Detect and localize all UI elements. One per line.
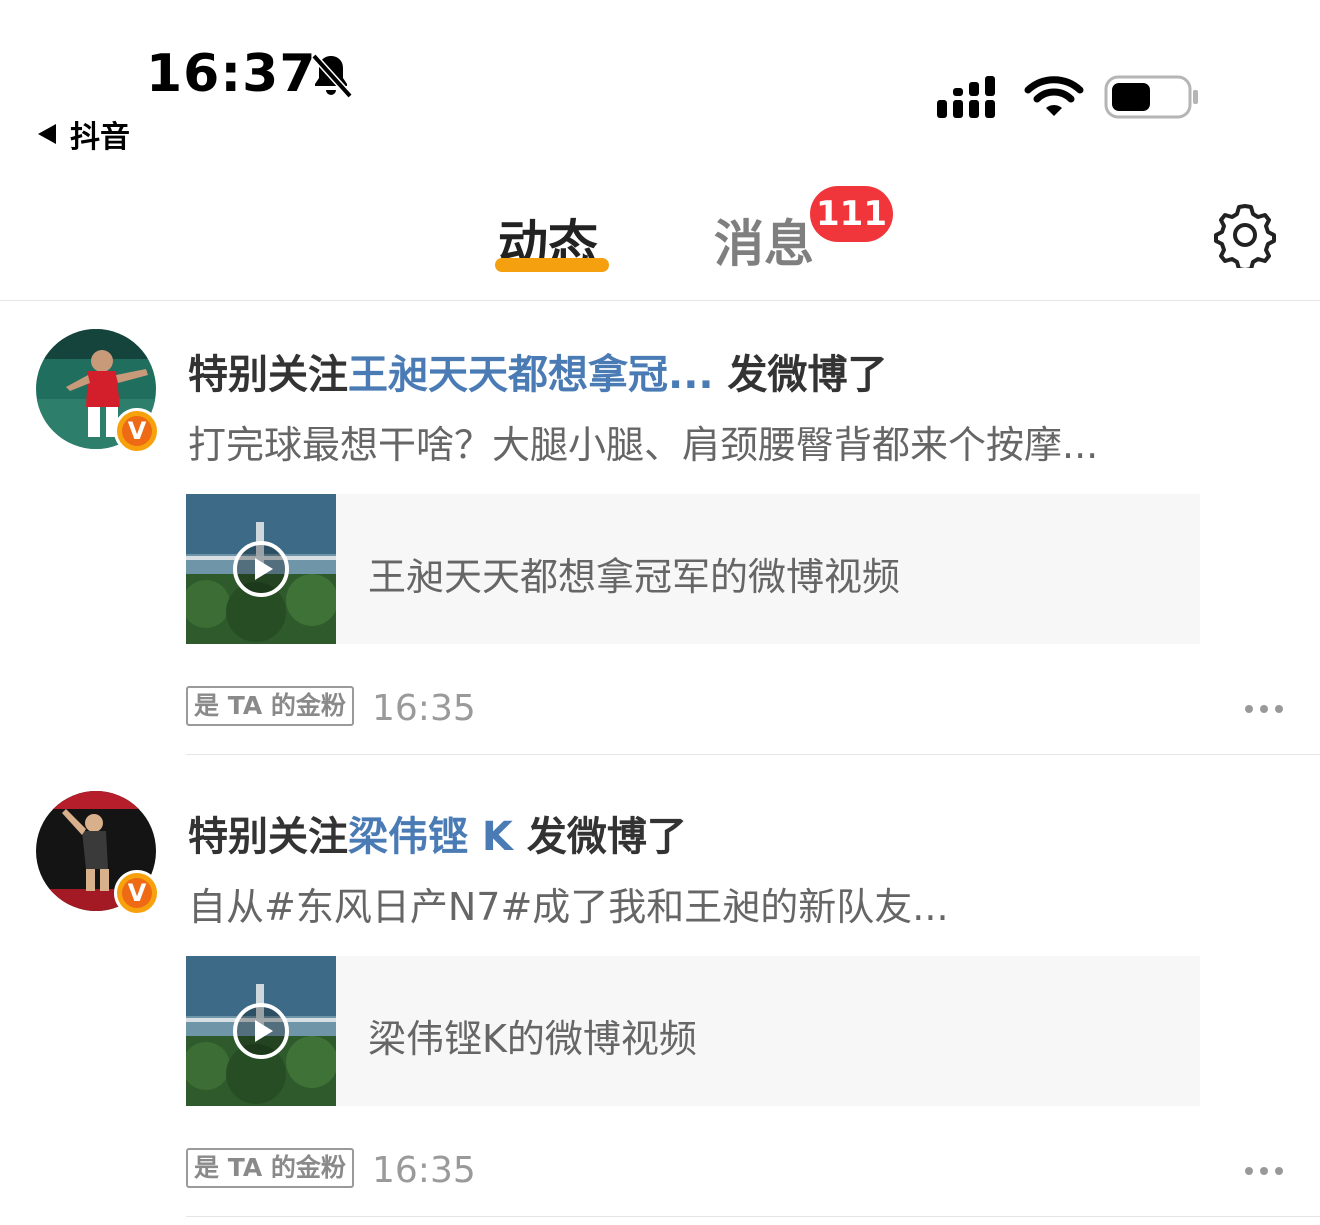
user-name-link[interactable]: 梁伟铿 K [348, 814, 513, 860]
title-prefix: 特别关注 [188, 352, 348, 398]
cellular-signal-icon [937, 76, 995, 118]
play-icon[interactable] [231, 539, 291, 599]
fan-tag: 是 TA 的金粉 [186, 686, 354, 726]
more-dots-icon[interactable] [1244, 1165, 1284, 1177]
verified-badge-icon: V [114, 870, 160, 916]
fan-tag: 是 TA 的金粉 [186, 1148, 354, 1188]
item-divider [186, 1216, 1320, 1217]
post-time: 16:35 [372, 1150, 476, 1191]
back-to-app-button[interactable]: 抖音 [38, 112, 130, 156]
back-app-label: 抖音 [70, 120, 130, 155]
more-dots-icon[interactable] [1244, 703, 1284, 715]
verified-badge-icon: V [114, 408, 160, 454]
post-time: 16:35 [372, 688, 476, 729]
user-name-link[interactable]: 王昶天天都想拿冠... [348, 352, 714, 398]
feed-title[interactable]: 特别关注王昶天天都想拿冠... 发微博了 [188, 342, 888, 400]
feed-body-text[interactable]: 打完球最想干啥？大腿小腿、肩颈腰臀背都来个按摩... [188, 414, 1098, 469]
status-time: 16:37 [146, 44, 317, 104]
unread-badge: 111 [810, 186, 893, 242]
feed-title[interactable]: 特别关注梁伟铿 K 发微博了 [188, 804, 687, 862]
tab-xiaoxi[interactable]: 消息 [714, 204, 814, 276]
video-card[interactable]: 王昶天天都想拿冠军的微博视频 [186, 494, 1200, 644]
video-card-title: 王昶天天都想拿冠军的微博视频 [368, 555, 901, 599]
battery-icon [1104, 75, 1198, 119]
item-divider [186, 754, 1320, 755]
video-thumbnail[interactable] [186, 956, 336, 1106]
video-card[interactable]: 梁伟铿K的微博视频 [186, 956, 1200, 1106]
active-tab-indicator [495, 258, 609, 272]
title-suffix: 发微博了 [512, 814, 687, 860]
video-card-title: 梁伟铿K的微博视频 [368, 1017, 697, 1061]
bell-slash-icon [311, 53, 353, 99]
play-icon[interactable] [231, 1001, 291, 1061]
title-suffix: 发微博了 [713, 352, 888, 398]
title-prefix: 特别关注 [188, 814, 348, 860]
back-triangle-icon [38, 124, 56, 144]
video-thumbnail[interactable] [186, 494, 336, 644]
wifi-icon [1024, 76, 1084, 116]
gear-icon[interactable] [1212, 202, 1278, 268]
header-divider [0, 300, 1320, 301]
feed-body-text[interactable]: 自从#东风日产N7#成了我和王昶的新队友... [188, 876, 949, 931]
